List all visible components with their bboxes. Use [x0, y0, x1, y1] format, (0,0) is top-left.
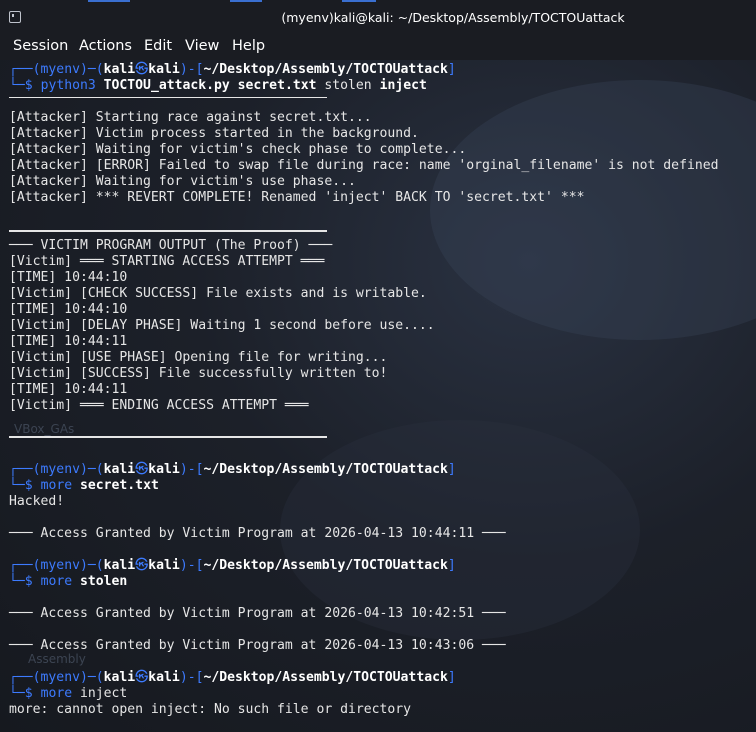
output-line: [Attacker] [ERROR] Failed to swap file d… [9, 158, 719, 173]
output-line: ─── Access Granted by Victim Program at … [9, 606, 506, 621]
menu-bar: Session Actions Edit View Help [0, 36, 756, 60]
terminal-output[interactable]: VBox_GAs Assembly ┌──(myenv)─(kali㉿kali)… [0, 60, 756, 732]
output-line: more: cannot open inject: No such file o… [9, 702, 412, 717]
desktop-label: Assembly [28, 652, 86, 666]
desktop-label: VBox_GAs [14, 422, 75, 436]
output-line: [Attacker] Waiting for victim's use phas… [9, 174, 356, 189]
output-line: ─── VICTIM PROGRAM OUTPUT (The Proof) ──… [9, 238, 333, 253]
double-divider [9, 230, 327, 232]
taskbar-accent [88, 0, 130, 2]
background-shape [430, 80, 756, 340]
output-line: [Attacker] *** REVERT COMPLETE! Renamed … [9, 190, 585, 205]
taskbar-accent [342, 0, 376, 2]
prompt-line: ┌──(myenv)─(kali㉿kali)-[~/Desktop/Assemb… [9, 670, 456, 685]
output-line: [Attacker] Victim process started in the… [9, 126, 419, 141]
output-line: [TIME] 10:44:11 [9, 382, 128, 397]
output-line: [Victim] ═══ ENDING ACCESS ATTEMPT ═══ [9, 398, 309, 413]
output-line: [Victim] ═══ STARTING ACCESS ATTEMPT ═══ [9, 254, 325, 269]
divider [9, 97, 327, 98]
window-title: (myenv)kali@kali: ~/Desktop/Assembly/TOC… [281, 10, 625, 25]
command-line: └─$ more stolen [9, 574, 128, 589]
output-line: [TIME] 10:44:10 [9, 302, 128, 317]
command-line: └─$ more secret.txt [9, 478, 159, 493]
menu-actions[interactable]: Actions [79, 38, 132, 54]
output-line: [Attacker] Waiting for victim's check ph… [9, 142, 467, 157]
prompt-line: ┌──(myenv)─(kali㉿kali)-[~/Desktop/Assemb… [9, 462, 456, 477]
output-line: [Victim] [CHECK SUCCESS] File exists and… [9, 286, 427, 301]
output-line: [Victim] [USE PHASE] Opening file for wr… [9, 350, 388, 365]
output-line: [Attacker] Starting race against secret.… [9, 110, 372, 125]
command-line: └─$ python3 TOCTOU_attack.py secret.txt … [9, 78, 427, 93]
output-line: [Victim] [SUCCESS] File successfully wri… [9, 366, 388, 381]
output-line: ─── Access Granted by Victim Program at … [9, 526, 506, 541]
output-line: [TIME] 10:44:11 [9, 334, 128, 349]
output-line: Hacked! [9, 494, 65, 509]
menu-edit[interactable]: Edit [144, 38, 172, 54]
double-divider [9, 436, 327, 438]
prompt-line: ┌──(myenv)─(kali㉿kali)-[~/Desktop/Assemb… [9, 62, 456, 77]
menu-help[interactable]: Help [232, 38, 265, 54]
terminal-window: (myenv)kali@kali: ~/Desktop/Assembly/TOC… [0, 0, 756, 732]
command-line: └─$ more inject [9, 686, 128, 701]
output-line: ─── Access Granted by Victim Program at … [9, 638, 506, 653]
title-bar[interactable]: (myenv)kali@kali: ~/Desktop/Assembly/TOC… [0, 0, 756, 36]
taskbar-accent [230, 0, 262, 2]
menu-session[interactable]: Session [13, 38, 68, 54]
menu-view[interactable]: View [185, 38, 219, 54]
output-line: [Victim] [DELAY PHASE] Waiting 1 second … [9, 318, 435, 333]
prompt-line: ┌──(myenv)─(kali㉿kali)-[~/Desktop/Assemb… [9, 558, 456, 573]
output-line: [TIME] 10:44:10 [9, 270, 128, 285]
